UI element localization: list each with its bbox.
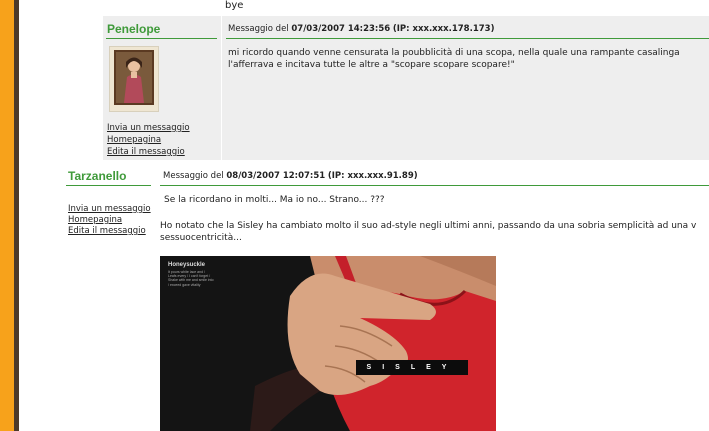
header-underline — [160, 185, 709, 186]
edit-message-link[interactable]: Edita il messaggio — [68, 226, 151, 237]
ad-title: Honeysuckle — [168, 262, 206, 268]
post-user-links: Invia un messaggio Homepagina Edita il m… — [107, 122, 190, 158]
sisley-logo: SISLEY — [356, 360, 468, 375]
header-underline — [226, 38, 709, 39]
post-author-name[interactable]: Tarzanello — [68, 169, 126, 183]
post-body-line: Ho notato che la Sisley ha cambiato molt… — [160, 221, 697, 231]
header-prefix: Messaggio del — [228, 24, 289, 34]
post-ip: (IP: xxx.xxx.178.173) — [392, 24, 495, 34]
author-underline — [106, 38, 217, 39]
post-header: Messaggio del 08/03/2007 12:07:51 (IP: x… — [163, 171, 418, 181]
post-content: Messaggio del 07/03/2007 14:23:56 (IP: x… — [221, 16, 709, 160]
homepage-link[interactable]: Homepagina — [107, 134, 190, 146]
advertisement-image: Honeysuckle It pours white lace and / Le… — [160, 256, 496, 431]
avatar-portrait-icon — [110, 47, 158, 111]
post-penelope: Penelope Invia un messaggio Homepagina E… — [103, 16, 709, 160]
post-author-name[interactable]: Penelope — [107, 22, 160, 36]
header-prefix: Messaggio del — [163, 171, 224, 181]
post-ip: (IP: xxx.xxx.91.89) — [327, 171, 418, 181]
post-body: mi ricordo quando venne censurata la pou… — [228, 48, 680, 70]
left-orange-bar — [0, 0, 14, 431]
post-date: 07/03/2007 14:23:56 — [291, 24, 391, 34]
avatar — [109, 46, 159, 112]
previous-post-text: bye — [225, 0, 244, 11]
post-user-links: Invia un messaggio Homepagina Edita il m… — [68, 204, 151, 237]
post-body-line: sessuocentricità... — [160, 233, 242, 243]
left-dark-bar — [14, 0, 19, 431]
send-message-link[interactable]: Invia un messaggio — [68, 204, 151, 215]
post-date: 08/03/2007 12:07:51 — [226, 171, 326, 181]
author-underline — [66, 185, 151, 186]
post-header: Messaggio del 07/03/2007 14:23:56 (IP: x… — [228, 24, 494, 34]
ad-copy: It pours white lace and / Leafs every / … — [168, 270, 214, 287]
homepage-link[interactable]: Homepagina — [68, 215, 151, 226]
send-message-link[interactable]: Invia un messaggio — [107, 122, 190, 134]
edit-message-link[interactable]: Edita il messaggio — [107, 146, 190, 158]
post-body-line: Se la ricordano in molti... Ma io no... … — [164, 195, 385, 205]
